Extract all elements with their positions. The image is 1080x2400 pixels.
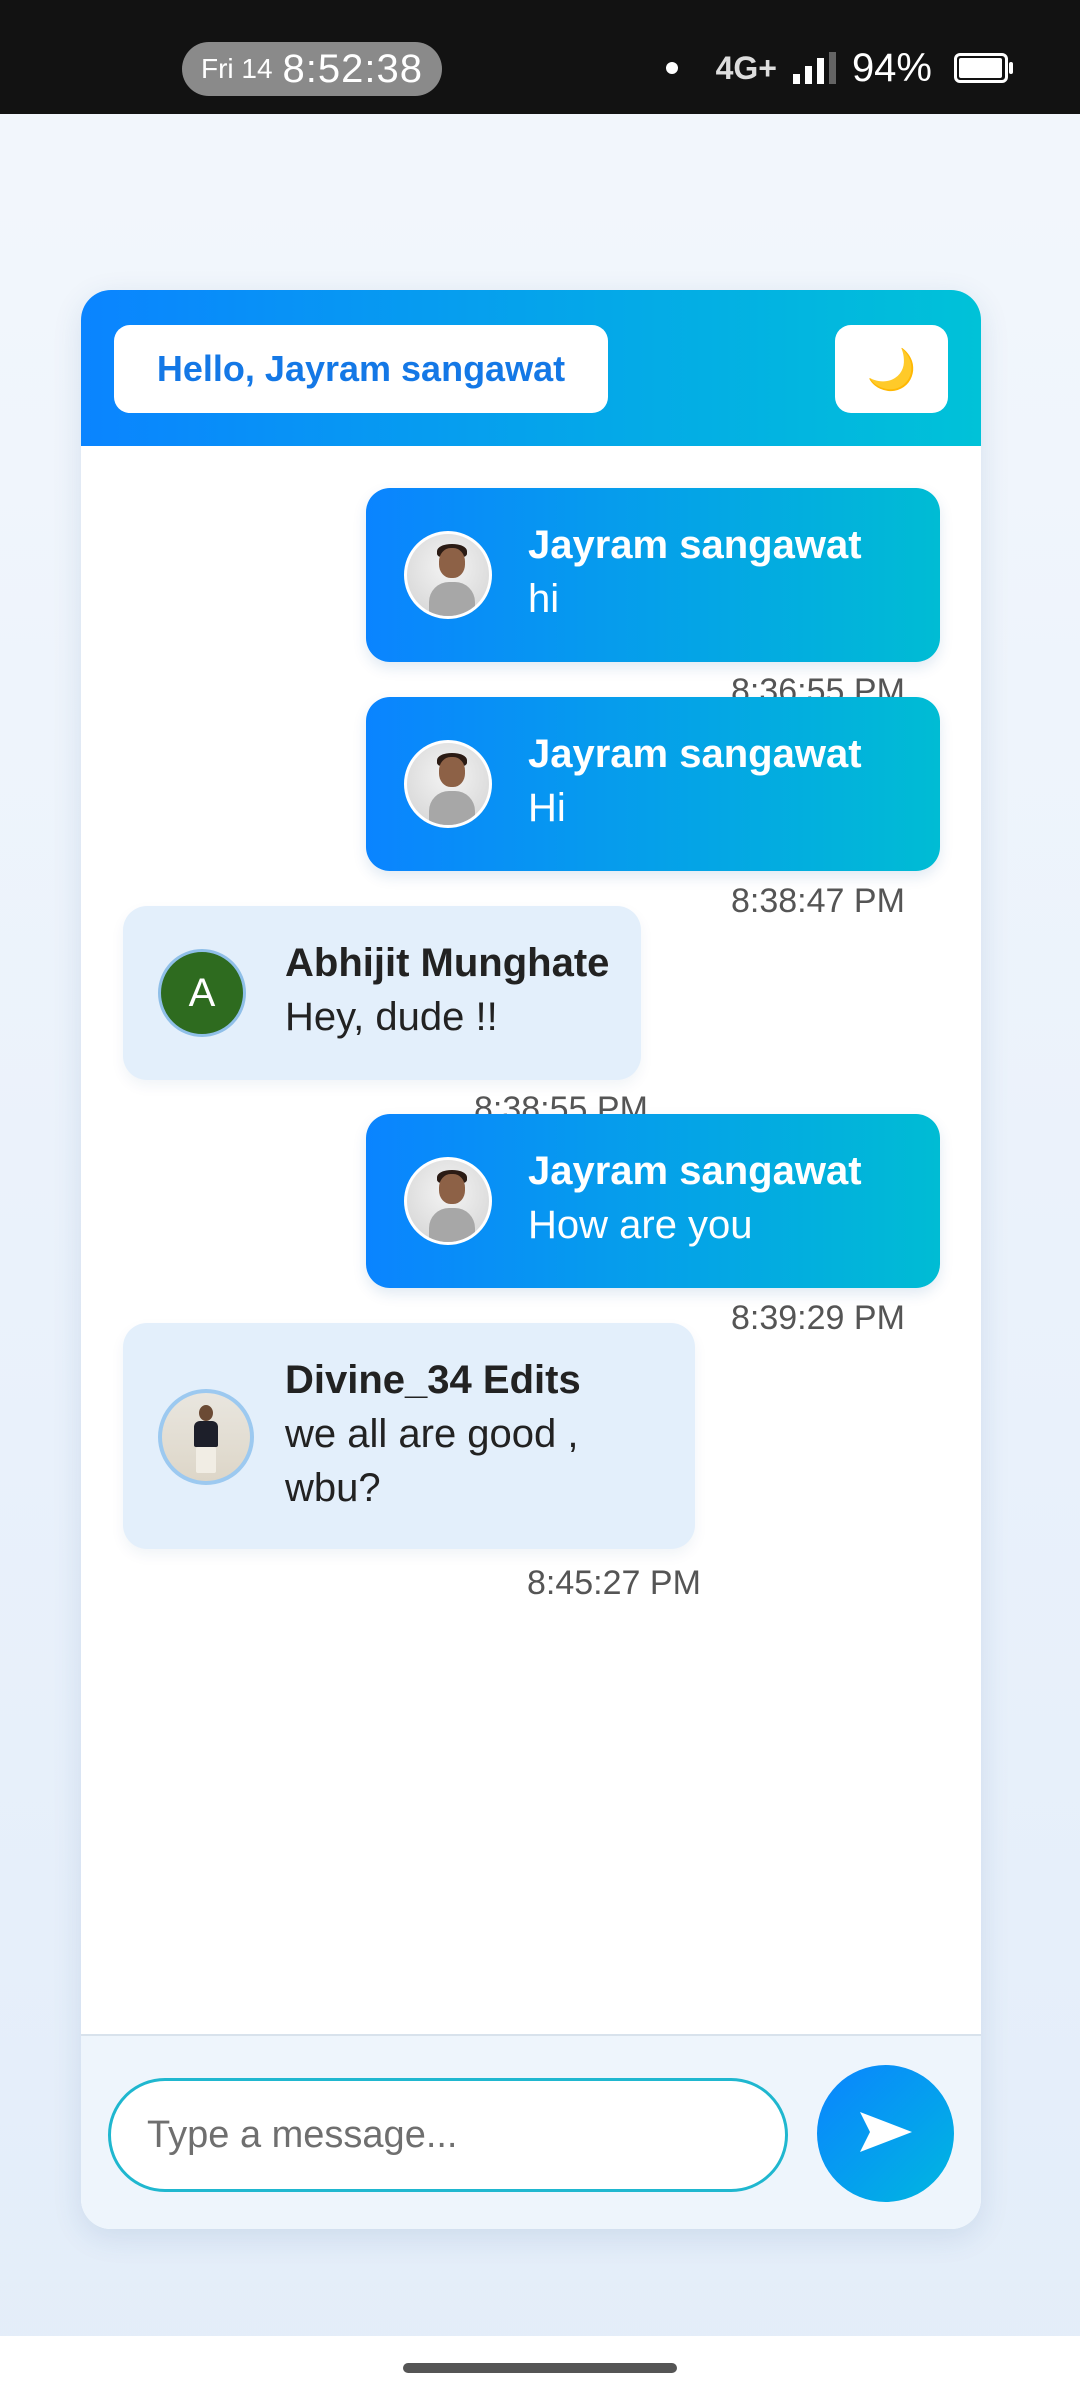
sender-name: Jayram sangawat [528, 1149, 862, 1193]
status-time: 8:52:38 [282, 46, 424, 91]
home-indicator[interactable] [403, 2363, 677, 2373]
signal-icon [792, 52, 836, 84]
avatar [404, 531, 492, 619]
greeting-label: Hello, Jayram sangawat [114, 325, 608, 413]
message-bubble-sent[interactable]: Jayram sangawat How are you [366, 1114, 940, 1288]
message-timestamp: 8:45:27 PM [527, 1564, 701, 1602]
send-button[interactable] [817, 2065, 954, 2202]
message-text: we all are good , [285, 1412, 579, 1456]
battery-icon [954, 53, 1013, 83]
composer-bar [81, 2034, 981, 2229]
theme-toggle-button[interactable]: 🌙 [835, 325, 948, 413]
sender-name: Jayram sangawat [528, 523, 862, 567]
battery-percent: 94% [851, 45, 932, 90]
avatar [404, 740, 492, 828]
clock-pill: Fri 14 8:52:38 [182, 42, 442, 96]
message-input[interactable] [108, 2078, 788, 2192]
avatar [158, 1389, 254, 1485]
message-timestamp: 8:39:29 PM [731, 1299, 905, 1337]
message-bubble-sent[interactable]: Jayram sangawat hi [366, 488, 940, 662]
sender-name: Divine_34 Edits [285, 1358, 581, 1402]
message-text: Hey, dude !! [285, 995, 498, 1039]
message-text-line2: wbu? [285, 1466, 381, 1510]
status-bar: Fri 14 8:52:38 4G+ 94% [0, 0, 1080, 114]
status-icons: 4G+ 94% [665, 40, 1013, 96]
send-icon [858, 2110, 914, 2157]
chat-card: Hello, Jayram sangawat 🌙 Jayram sangawat… [81, 290, 981, 2229]
message-list[interactable]: Jayram sangawat hi 8:36:55 PM Jayram san… [81, 446, 981, 2229]
message-bubble-received[interactable]: A Abhijit Munghate Hey, dude !! [123, 906, 641, 1080]
message-timestamp: 8:38:47 PM [731, 882, 905, 920]
sender-name: Jayram sangawat [528, 732, 862, 776]
message-bubble-sent[interactable]: Jayram sangawat Hi [366, 697, 940, 871]
notification-dot-icon [665, 62, 678, 74]
status-day: Fri 14 [200, 53, 273, 84]
message-text: How are you [528, 1203, 753, 1247]
avatar-initial: A [188, 970, 216, 1015]
avatar [404, 1157, 492, 1245]
moon-icon: 🌙 [866, 347, 917, 392]
network-type: 4G+ [715, 49, 777, 86]
message-bubble-received[interactable]: Divine_34 Edits we all are good , wbu? [123, 1323, 695, 1549]
sender-name: Abhijit Munghate [285, 941, 610, 985]
message-text: Hi [528, 786, 566, 830]
chat-header: Hello, Jayram sangawat 🌙 [81, 290, 981, 446]
avatar: A [158, 949, 246, 1037]
message-text: hi [528, 577, 560, 621]
